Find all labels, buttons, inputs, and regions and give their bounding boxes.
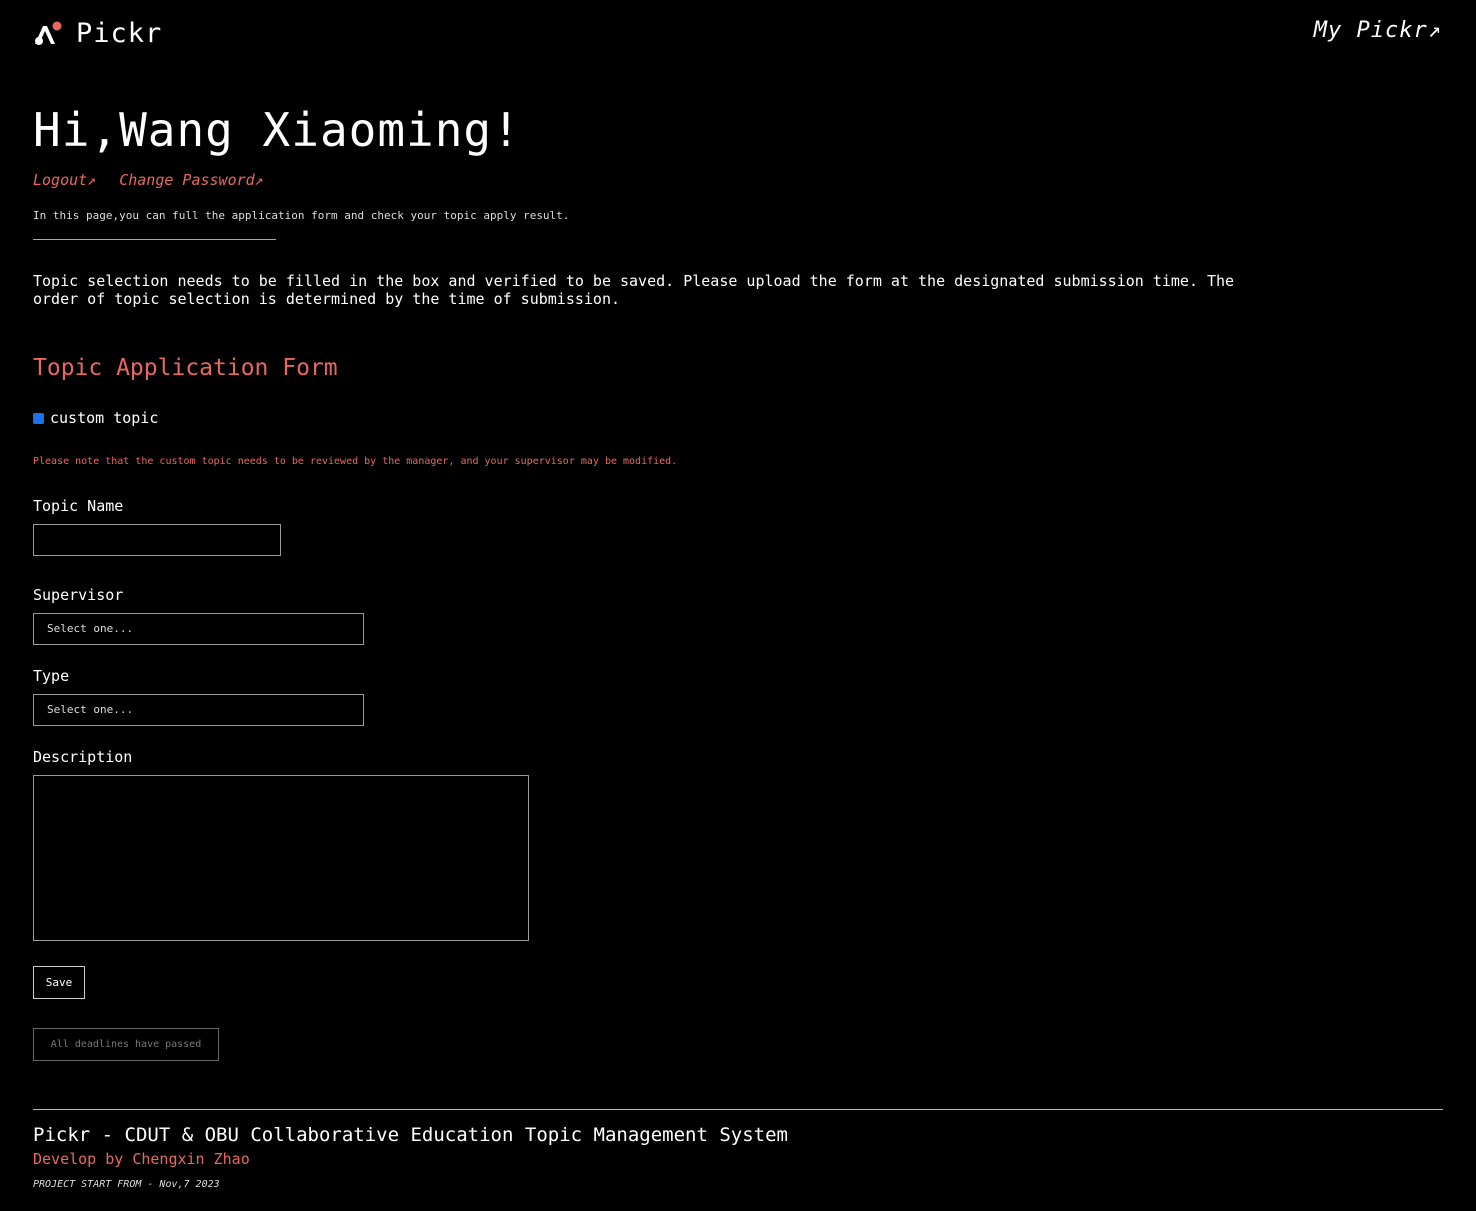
account-links: Logout↗ Change Password↗ — [33, 171, 264, 189]
pickr-logo-icon — [33, 20, 63, 48]
custom-topic-label: custom topic — [50, 409, 159, 427]
page: Pickr My Pickr↗ Hi,Wang Xiaoming! Logout… — [0, 0, 1476, 1211]
description-label: Description — [33, 748, 133, 766]
logo[interactable]: Pickr — [33, 20, 162, 48]
footer-developer: Develop by Chengxin Zhao — [33, 1150, 250, 1168]
type-select[interactable]: Select one... — [33, 694, 364, 726]
notice-text: Topic selection needs to be filled in th… — [33, 272, 1235, 308]
deadline-status-button: All deadlines have passed — [33, 1028, 219, 1061]
page-title: Hi,Wang Xiaoming! — [33, 103, 521, 157]
footer-project-start: PROJECT START FROM - Nov,7 2023 — [33, 1179, 220, 1190]
divider — [33, 239, 276, 240]
change-password-link[interactable]: Change Password↗ — [119, 171, 264, 189]
topic-name-label: Topic Name — [33, 497, 124, 515]
logout-link[interactable]: Logout↗ — [33, 171, 96, 189]
intro-text: In this page,you can full the applicatio… — [33, 209, 570, 222]
custom-topic-checkbox[interactable] — [33, 412, 44, 424]
custom-topic-note: Please note that the custom topic needs … — [33, 456, 678, 467]
topic-name-input[interactable] — [33, 524, 281, 556]
supervisor-select[interactable]: Select one... — [33, 613, 364, 645]
logo-text: Pickr — [76, 18, 163, 49]
custom-topic-option[interactable]: custom topic — [33, 409, 158, 427]
footer-divider — [33, 1109, 1443, 1110]
description-textarea[interactable] — [33, 775, 529, 941]
form-title: Topic Application Form — [33, 355, 338, 381]
footer-title: Pickr - CDUT & OBU Collaborative Educati… — [33, 1124, 788, 1146]
my-pickr-link[interactable]: My Pickr↗ — [1314, 18, 1442, 43]
save-button[interactable]: Save — [33, 966, 85, 999]
supervisor-label: Supervisor — [33, 586, 124, 604]
type-label: Type — [33, 667, 70, 685]
